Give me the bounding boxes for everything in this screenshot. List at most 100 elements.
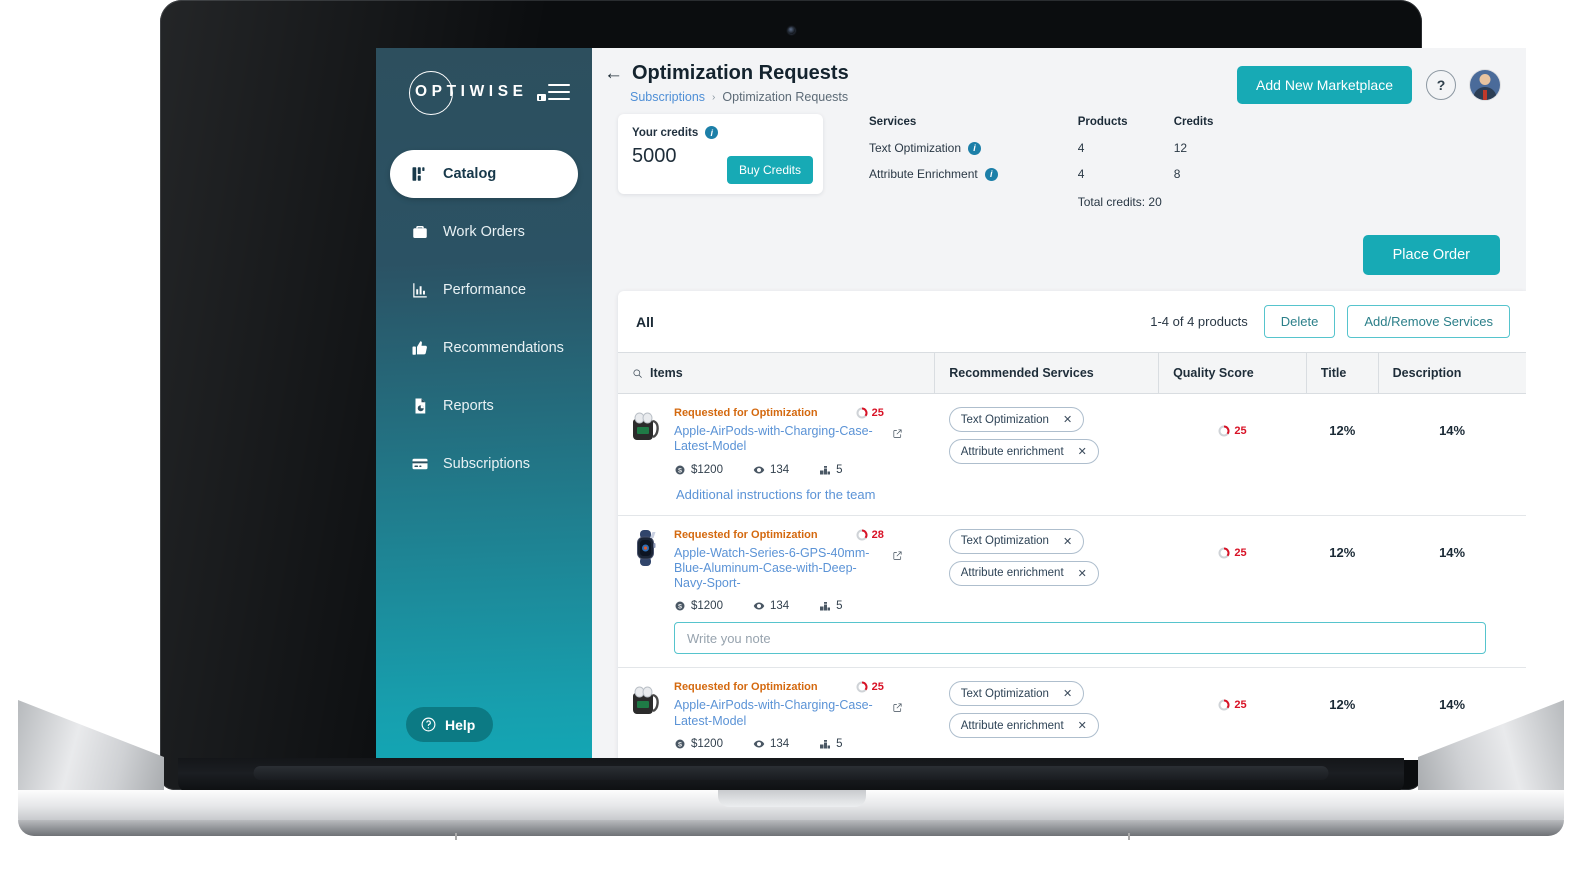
services-col-service: Services (869, 116, 917, 128)
service-products: 4 (1077, 167, 1085, 181)
top-actions: Add New Marketplace ? (1237, 62, 1500, 104)
buy-credits-button[interactable]: Buy Credits (726, 156, 813, 184)
card-icon (410, 455, 429, 474)
column-recommended-services[interactable]: Recommended Services (934, 352, 1159, 394)
add-remove-services-button[interactable]: Add/Remove Services (1347, 305, 1510, 338)
add-new-marketplace-button[interactable]: Add New Marketplace (1237, 66, 1412, 104)
stock-value: 5 (836, 463, 843, 476)
external-link-icon[interactable] (892, 426, 903, 438)
sidebar-item-reports[interactable]: Reports (390, 382, 578, 430)
application-window: OPTIWISE Catalog Work Orders Performance… (376, 48, 1526, 760)
item-score: 25 (856, 681, 884, 693)
apple-watch-thumbnail[interactable] (628, 529, 664, 567)
service-chip[interactable]: Attribute enrichment ✕ (948, 713, 1099, 739)
info-icon[interactable]: i (968, 141, 982, 155)
delete-button[interactable]: Delete (1263, 305, 1336, 338)
service-chip-label: Text Optimization (960, 687, 1049, 700)
info-icon[interactable]: i (984, 167, 998, 181)
hamburger-menu-icon[interactable] (548, 84, 570, 100)
services-row: Text Optimization i 4 12 (869, 141, 1234, 167)
item-score: 28 (856, 529, 884, 541)
service-chip[interactable]: Attribute enrichment ✕ (948, 560, 1099, 586)
topbar: ← Optimization Requests Subscriptions › … (592, 48, 1526, 104)
optiwise-logo[interactable]: OPTIWISE (409, 70, 559, 116)
product-metrics: S $1200 134 5 (674, 600, 1486, 612)
column-title[interactable]: Title (1305, 352, 1379, 394)
product-link-row: Apple-AirPods-with-Charging-Case-Latest-… (674, 698, 903, 729)
additional-instructions-link[interactable]: Additional instructions for the team (674, 487, 903, 502)
breadcrumb: Subscriptions › Optimization Requests (630, 90, 849, 104)
airpods-thumbnail[interactable] (628, 407, 664, 445)
document-icon (410, 397, 429, 416)
column-quality-score[interactable]: Quality Score (1158, 352, 1307, 394)
product-name-link[interactable]: Apple-AirPods-with-Charging-Case-Latest-… (674, 424, 886, 455)
service-credits: 8 (1173, 167, 1181, 181)
status-badge: Requested for Optimization (674, 681, 818, 694)
stock-metric: 5 (819, 600, 843, 612)
sidebar-item-work-orders[interactable]: Work Orders (390, 208, 578, 256)
sidebar-item-performance[interactable]: Performance (390, 266, 578, 314)
table-toolbar: All 1-4 of 4 products Delete Add/Remove … (618, 291, 1526, 352)
score-donut-icon (856, 681, 868, 693)
stock-metric: 5 (819, 463, 843, 476)
price-metric: S $1200 (674, 464, 723, 476)
avatar[interactable] (1470, 70, 1500, 100)
service-chip[interactable]: Attribute enrichment ✕ (948, 439, 1099, 464)
sidebar-item-label: Recommendations (443, 340, 564, 356)
item-cell: Requested for Optimization 28 Apple-Watc… (618, 515, 1486, 669)
service-credits: 12 (1173, 141, 1188, 155)
remove-chip-icon[interactable]: ✕ (1078, 719, 1087, 732)
sidebar-item-recommendations[interactable]: Recommendations (390, 324, 578, 372)
breadcrumb-parent[interactable]: Subscriptions (630, 90, 705, 104)
place-order-button[interactable]: Place Order (1362, 235, 1500, 275)
description-percent: 14% (1439, 423, 1466, 438)
column-items[interactable]: Items (618, 352, 935, 394)
quality-score: 25 (1218, 425, 1247, 437)
laptop-base-edge (18, 820, 1564, 836)
stock-icon (820, 465, 831, 474)
external-link-icon[interactable] (892, 548, 903, 560)
price-metric: S $1200 (674, 738, 723, 750)
remove-chip-icon[interactable]: ✕ (1078, 445, 1087, 458)
note-input[interactable] (674, 622, 1486, 655)
back-arrow-icon[interactable]: ← (604, 64, 623, 83)
service-chip-label: Attribute enrichment (960, 719, 1064, 732)
product-name-link[interactable]: Apple-Watch-Series-6-GPS-40mm-Blue-Alumi… (674, 546, 886, 592)
column-label: Items (650, 366, 683, 380)
page-title: Optimization Requests (632, 62, 849, 84)
sidebar-item-subscriptions[interactable]: Subscriptions (390, 440, 578, 488)
search-icon[interactable] (632, 368, 643, 379)
help-button[interactable]: Help (406, 707, 494, 742)
services-summary-table: Services Products Credits Text Optimizat… (869, 114, 1234, 221)
help-icon[interactable]: ? (1426, 70, 1456, 100)
product-metrics: S $1200 134 5 (674, 738, 903, 750)
sidebar-item-catalog[interactable]: Catalog (390, 150, 578, 198)
service-chip[interactable]: Text Optimization ✕ (948, 407, 1085, 432)
title-row: ← Optimization Requests (604, 62, 849, 85)
service-name-cell: Attribute Enrichment i (869, 167, 1078, 181)
remove-chip-icon[interactable]: ✕ (1063, 687, 1072, 700)
external-link-icon[interactable] (892, 700, 903, 712)
column-description[interactable]: Description (1377, 352, 1526, 394)
views-metric: 134 (753, 464, 789, 476)
screenshot-stage: OPTIWISE Catalog Work Orders Performance… (0, 0, 1583, 895)
remove-chip-icon[interactable]: ✕ (1078, 567, 1087, 580)
briefcase-icon (410, 223, 429, 242)
description-percent: 14% (1439, 697, 1466, 713)
services-cell: Text Optimization ✕ Attribute enrichment… (934, 667, 1159, 760)
filter-all-label[interactable]: All (636, 314, 654, 330)
remove-chip-icon[interactable]: ✕ (1063, 413, 1072, 426)
table-row: Requested for Optimization 28 Apple-Watc… (618, 515, 1526, 669)
service-chip-label: Text Optimization (960, 535, 1049, 547)
info-icon[interactable]: i (705, 126, 719, 139)
service-name-cell: Text Optimization i (869, 141, 1078, 155)
airpods-thumbnail[interactable] (628, 681, 664, 719)
remove-chip-icon[interactable]: ✕ (1063, 535, 1072, 548)
service-chip[interactable]: Text Optimization ✕ (948, 681, 1085, 707)
sidebar-item-label: Reports (443, 398, 494, 414)
title-block: ← Optimization Requests Subscriptions › … (604, 62, 849, 104)
service-chip[interactable]: Text Optimization ✕ (948, 528, 1085, 554)
services-header-row: Services Products Credits (869, 116, 1234, 141)
product-name-link[interactable]: Apple-AirPods-with-Charging-Case-Latest-… (674, 698, 886, 729)
svg-text:S: S (678, 605, 682, 611)
